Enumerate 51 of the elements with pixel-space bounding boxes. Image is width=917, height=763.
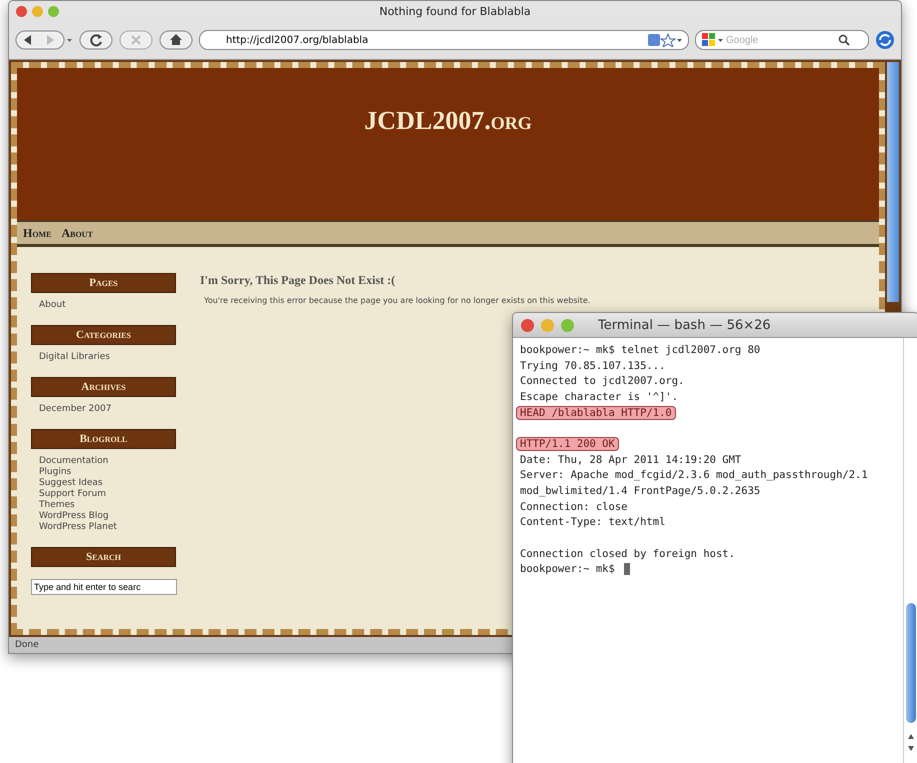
status-text: Done — [14, 639, 40, 652]
close-icon[interactable] — [16, 6, 27, 16]
window-title: Terminal — bash — 56×26 — [598, 318, 771, 332]
sidebar-link[interactable]: Plugins — [39, 467, 176, 478]
terminal-line: HTTP/1.1 200 OK — [516, 436, 619, 451]
error-message: You're receiving this error because the page you are looking for no longer exists on this website. — [204, 296, 592, 305]
sync-icon[interactable] — [875, 30, 895, 50]
terminal-line: mod_bwlimited/1.4 FrontPage/5.0.2.2635 — [519, 484, 762, 498]
terminal-line: Server: Apache mod_fcgid/2.3.6 mod_auth_passthrough/2.1 — [519, 468, 869, 482]
error-heading: I'm Sorry, This Page Does Not Exist :( — [200, 273, 396, 288]
search-engine-icon[interactable] — [702, 33, 724, 47]
sidebar-link[interactable]: WordPress Planet — [39, 522, 176, 533]
terminal-line: Date: Thu, 28 Apr 2011 14:19:20 GMT — [519, 452, 742, 467]
window-title: Nothing found for Blablabla — [378, 4, 532, 18]
search-input[interactable]: Type and hit enter to searc — [31, 579, 177, 595]
terminal-line: bookpower:~ mk$ — [519, 562, 616, 576]
sidebar-link[interactable]: Support Forum — [39, 489, 176, 500]
nav-link[interactable]: About — [61, 226, 93, 240]
back-forward-icon[interactable] — [15, 29, 73, 51]
sidebar-link[interactable]: Themes — [39, 500, 176, 511]
sidebar-heading: Archives — [31, 377, 176, 397]
sidebar-link[interactable]: Digital Libraries — [39, 352, 176, 363]
search-input[interactable]: Google — [726, 34, 836, 46]
sidebar-link[interactable]: Suggest Ideas — [39, 478, 176, 489]
terminal-line: Connection closed by foreign host. — [519, 546, 736, 561]
terminal-line: Connected to jcdl2007.org. — [519, 374, 686, 388]
sidebar-heading: Categories — [31, 325, 176, 345]
terminal-line: Connection: close — [519, 500, 628, 514]
sidebar-heading: Search — [31, 547, 176, 567]
close-icon[interactable] — [521, 318, 534, 332]
sidebar-link[interactable]: WordPress Blog — [39, 511, 176, 522]
sidebar-link[interactable]: Documentation — [39, 456, 176, 467]
sidebar-link[interactable]: December 2007 — [39, 404, 176, 415]
sidebar-heading: Pages — [31, 273, 176, 293]
terminal-line: Content-Type: text/html — [519, 515, 666, 530]
search-icon[interactable] — [838, 34, 850, 46]
home-icon[interactable] — [159, 30, 193, 50]
bookmark-star-icon[interactable] — [648, 33, 682, 47]
nav-link[interactable]: Home — [23, 226, 52, 240]
stop-icon[interactable] — [119, 30, 153, 50]
terminal-line: HEAD /blablabla HTTP/1.0 — [516, 406, 676, 420]
reload-icon[interactable] — [79, 30, 113, 50]
terminal-line: bookpower:~ mk$ telnet jcdl2007.org 80 — [519, 342, 762, 357]
terminal-line: Trying 70.85.107.135... — [519, 358, 666, 373]
address-field[interactable]: http://jcdl2007.org/blablabla — [199, 30, 689, 50]
terminal-line: Escape character is '^]'. — [519, 390, 680, 404]
sidebar-heading: Blogroll — [31, 429, 176, 449]
sidebar-link[interactable]: About — [39, 300, 176, 311]
search-field[interactable]: Google — [695, 30, 869, 50]
scroll-thumb[interactable] — [906, 603, 916, 723]
site-title[interactable]: JCDL2007.org — [364, 106, 532, 138]
